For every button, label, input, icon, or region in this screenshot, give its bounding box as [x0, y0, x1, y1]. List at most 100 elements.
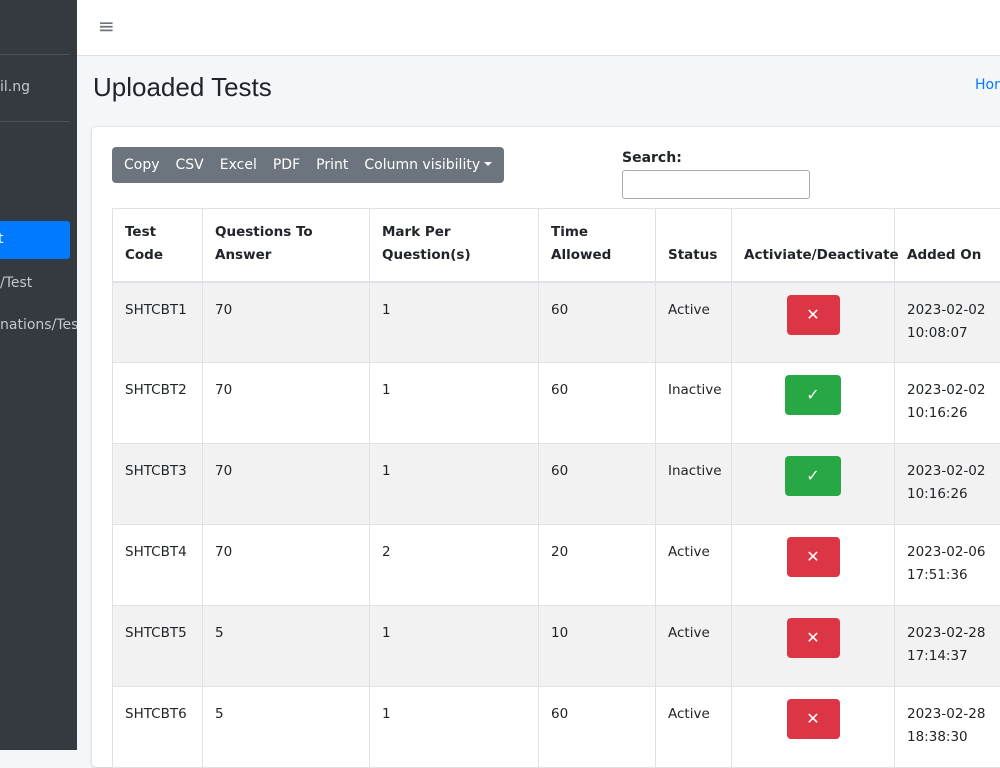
- status-cell: Active: [656, 687, 732, 768]
- mark-cell: 2: [370, 525, 539, 606]
- added-date: 2023-02-28: [907, 703, 1000, 726]
- time-cell: 60: [539, 444, 656, 525]
- sidebar-item-label: t: [0, 231, 4, 247]
- status-cell: Inactive: [656, 444, 732, 525]
- added-on-cell: 2023-02-2818:38:30: [895, 687, 1000, 768]
- print-button[interactable]: Print: [308, 147, 356, 183]
- tests-table: Test Code Questions To Answer Mark Per Q…: [112, 208, 1000, 768]
- action-cell: ✓: [732, 363, 895, 444]
- status-cell: Active: [656, 525, 732, 606]
- table-header-row: Test Code Questions To Answer Mark Per Q…: [113, 209, 1000, 282]
- caret-down-icon: [484, 162, 492, 166]
- added-date: 2023-02-02: [907, 299, 1000, 322]
- added-on-cell: 2023-02-0210:08:07: [895, 282, 1000, 363]
- added-on-cell: 2023-02-0210:16:26: [895, 444, 1000, 525]
- times-icon: ✕: [806, 547, 819, 566]
- search-input[interactable]: [622, 170, 810, 199]
- column-header[interactable]: Mark Per Question(s): [370, 209, 539, 282]
- test-code-cell: SHTCBT5: [113, 606, 203, 687]
- time-cell: 60: [539, 363, 656, 444]
- added-on-cell: 2023-02-0617:51:36: [895, 525, 1000, 606]
- added-time: 17:51:36: [907, 564, 1000, 587]
- added-date: 2023-02-28: [907, 622, 1000, 645]
- sidebar-user-name[interactable]: il.ng: [0, 79, 30, 95]
- time-cell: 60: [539, 687, 656, 768]
- column-header[interactable]: Test Code: [113, 209, 203, 282]
- csv-button[interactable]: CSV: [168, 147, 212, 183]
- sidebar-item-active[interactable]: t: [0, 221, 70, 259]
- copy-button[interactable]: Copy: [116, 147, 168, 183]
- column-header[interactable]: Activiate/Deactivate: [732, 209, 895, 282]
- questions-cell: 5: [203, 687, 370, 768]
- menu-toggle-icon[interactable]: ≡: [98, 14, 115, 38]
- questions-cell: 70: [203, 444, 370, 525]
- deactivate-button[interactable]: ✕: [787, 537, 840, 577]
- time-cell: 60: [539, 282, 656, 363]
- times-icon: ✕: [806, 709, 819, 728]
- times-icon: ✕: [806, 305, 819, 324]
- breadcrumb-home-link[interactable]: Hor: [975, 77, 1000, 93]
- column-header[interactable]: Added On: [895, 209, 1000, 282]
- status-cell: Inactive: [656, 363, 732, 444]
- time-cell: 10: [539, 606, 656, 687]
- mark-cell: 1: [370, 687, 539, 768]
- test-code-cell: SHTCBT4: [113, 525, 203, 606]
- questions-cell: 70: [203, 525, 370, 606]
- excel-button[interactable]: Excel: [212, 147, 265, 183]
- deactivate-button[interactable]: ✕: [787, 618, 840, 658]
- table-row: SHTCBT1 70 1 60 Active ✕ 2023-02-0210:08…: [113, 282, 1000, 363]
- added-date: 2023-02-02: [907, 460, 1000, 483]
- sidebar: il.ng t /Test nations/Tes: [0, 0, 77, 750]
- time-cell: 20: [539, 525, 656, 606]
- test-code-cell: SHTCBT6: [113, 687, 203, 768]
- status-cell: Active: [656, 282, 732, 363]
- column-header[interactable]: Time Allowed: [539, 209, 656, 282]
- table-row: SHTCBT5 5 1 10 Active ✕ 2023-02-2817:14:…: [113, 606, 1000, 687]
- table-row: SHTCBT6 5 1 60 Active ✕ 2023-02-2818:38:…: [113, 687, 1000, 768]
- table-row: SHTCBT2 70 1 60 Inactive ✓ 2023-02-0210:…: [113, 363, 1000, 444]
- check-icon: ✓: [806, 466, 819, 485]
- test-code-cell: SHTCBT2: [113, 363, 203, 444]
- added-time: 17:14:37: [907, 645, 1000, 668]
- added-time: 10:16:26: [907, 402, 1000, 425]
- sidebar-divider: [0, 54, 70, 55]
- test-code-cell: SHTCBT3: [113, 444, 203, 525]
- sidebar-divider: [0, 121, 70, 122]
- mark-cell: 1: [370, 363, 539, 444]
- test-code-cell: SHTCBT1: [113, 282, 203, 363]
- added-on-cell: 2023-02-2817:14:37: [895, 606, 1000, 687]
- activate-button[interactable]: ✓: [785, 375, 841, 415]
- action-cell: ✕: [732, 687, 895, 768]
- sidebar-item-test[interactable]: /Test: [0, 275, 32, 291]
- pdf-button[interactable]: PDF: [265, 147, 308, 183]
- added-time: 10:16:26: [907, 483, 1000, 506]
- questions-cell: 70: [203, 363, 370, 444]
- status-cell: Active: [656, 606, 732, 687]
- sidebar-item-examinations[interactable]: nations/Tes: [0, 317, 77, 333]
- action-cell: ✓: [732, 444, 895, 525]
- mark-cell: 1: [370, 606, 539, 687]
- added-date: 2023-02-06: [907, 541, 1000, 564]
- column-header[interactable]: Questions To Answer: [203, 209, 370, 282]
- added-date: 2023-02-02: [907, 379, 1000, 402]
- top-navbar: ≡: [77, 0, 1000, 56]
- column-visibility-button[interactable]: Column visibility: [356, 147, 500, 183]
- questions-cell: 5: [203, 606, 370, 687]
- table-row: SHTCBT3 70 1 60 Inactive ✓ 2023-02-0210:…: [113, 444, 1000, 525]
- export-button-group: Copy CSV Excel PDF Print Column visibili…: [112, 147, 504, 183]
- deactivate-button[interactable]: ✕: [787, 295, 840, 335]
- deactivate-button[interactable]: ✕: [787, 699, 840, 739]
- times-icon: ✕: [806, 628, 819, 647]
- added-time: 10:08:07: [907, 322, 1000, 345]
- search-label: Search:: [622, 150, 682, 166]
- action-cell: ✕: [732, 525, 895, 606]
- added-time: 18:38:30: [907, 726, 1000, 749]
- check-icon: ✓: [806, 385, 819, 404]
- added-on-cell: 2023-02-0210:16:26: [895, 363, 1000, 444]
- action-cell: ✕: [732, 606, 895, 687]
- activate-button[interactable]: ✓: [785, 456, 841, 496]
- table-row: SHTCBT4 70 2 20 Active ✕ 2023-02-0617:51…: [113, 525, 1000, 606]
- mark-cell: 1: [370, 282, 539, 363]
- questions-cell: 70: [203, 282, 370, 363]
- column-header[interactable]: Status: [656, 209, 732, 282]
